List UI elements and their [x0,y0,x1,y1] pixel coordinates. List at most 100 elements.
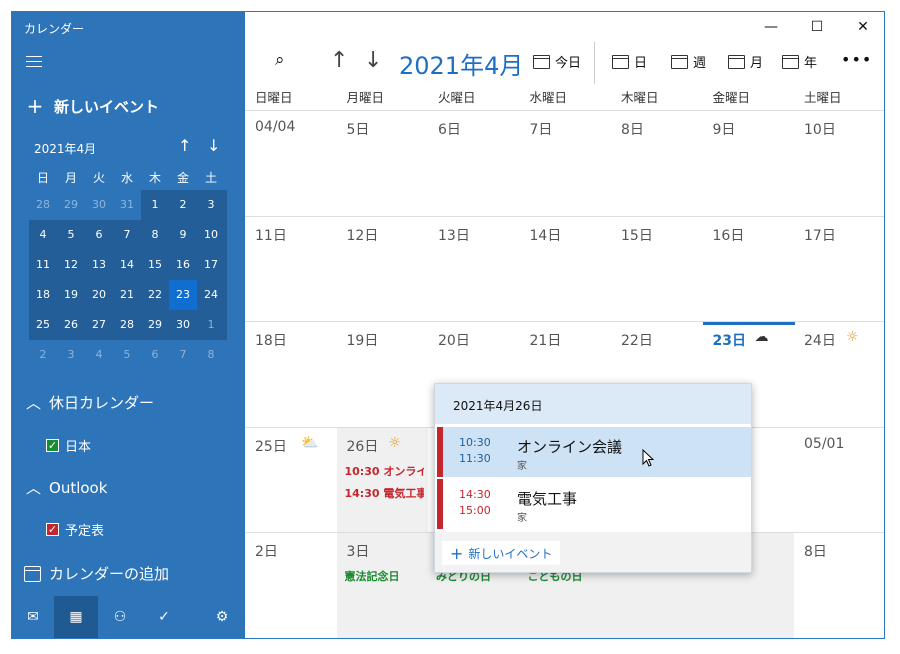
day-view-button[interactable]: 日 [612,52,647,71]
day-cell[interactable]: 9日 [702,110,794,216]
mini-next-month-icon[interactable]: ↓ [207,136,220,155]
mini-day[interactable]: 3 [197,190,225,220]
mini-day[interactable]: 13 [85,250,113,280]
mini-day[interactable]: 8 [197,340,225,370]
calendar-event[interactable]: 10:30 オンライン [345,463,425,479]
day-cell[interactable]: 15日 [611,215,703,322]
minimize-icon[interactable]: — [748,12,794,42]
day-cell[interactable]: 3日 [336,532,428,638]
mini-day[interactable]: 26 [57,310,85,340]
mini-day[interactable]: 20 [85,280,113,310]
mini-calendar-title[interactable]: 2021年4月 [34,140,96,157]
year-view-button[interactable]: 年 [782,52,817,71]
mini-day[interactable]: 1 [197,310,225,340]
day-cell[interactable]: 14日 [519,215,611,322]
day-cell[interactable]: 8日 [611,110,703,216]
mini-day[interactable]: 28 [113,310,141,340]
mini-day[interactable]: 4 [29,220,57,250]
mini-day[interactable]: 27 [85,310,113,340]
mini-day[interactable]: 8 [141,220,169,250]
mini-day[interactable]: 5 [113,340,141,370]
mini-day[interactable]: 12 [57,250,85,280]
mini-day[interactable]: 21 [113,280,141,310]
prev-month-icon[interactable]: ↑ [330,48,348,73]
mini-day[interactable]: 30 [85,190,113,220]
month-view-button[interactable]: 月 [728,52,763,71]
mini-day[interactable]: 17 [197,250,225,280]
mini-day[interactable]: 6 [85,220,113,250]
day-cell[interactable]: 12日 [336,215,428,322]
close-icon[interactable]: ✕ [840,12,884,42]
mini-day[interactable]: 7 [113,220,141,250]
calendar-item-japan[interactable]: ✓ 日本 [46,436,91,455]
mini-day[interactable]: 22 [141,280,169,310]
outlook-group[interactable]: ︿ Outlook [26,477,107,498]
checkbox-checked-icon[interactable]: ✓ [46,439,59,452]
mini-day[interactable]: 28 [29,190,57,220]
day-cell[interactable]: 24日 [794,321,884,427]
day-cell[interactable]: 26日 [336,426,428,533]
mini-day[interactable]: 6 [141,340,169,370]
mini-day[interactable]: 19 [57,280,85,310]
calendar-event[interactable]: 14:30 電気工事 [345,485,425,501]
mini-day[interactable]: 1 [141,190,169,220]
calendar-icon[interactable]: ▦ [54,596,98,638]
day-cell[interactable]: 16日 [702,215,794,322]
day-cell[interactable]: 7日 [519,110,611,216]
maximize-icon[interactable]: ☐ [794,12,840,42]
day-cell[interactable]: 10日 [794,110,884,216]
calendar-event[interactable]: 憲法記念日 [345,568,425,584]
mini-day[interactable]: 2 [29,340,57,370]
day-cell[interactable]: 25日 [245,426,337,533]
popup-new-event-button[interactable]: + 新しいイベント [442,541,561,565]
more-options-icon[interactable]: ••• [841,50,872,69]
mini-day[interactable]: 30 [169,310,197,340]
todo-icon[interactable]: ✓ [142,596,186,638]
holiday-calendar-group[interactable]: ︿ 休日カレンダー [26,392,154,413]
mini-day[interactable]: 2 [169,190,197,220]
day-cell[interactable]: 6日 [428,110,520,216]
hamburger-menu-icon[interactable] [26,56,42,68]
search-icon[interactable]: ⌕ [275,50,285,70]
mini-day[interactable]: 14 [113,250,141,280]
next-month-icon[interactable]: ↓ [364,48,382,73]
mini-day[interactable]: 25 [29,310,57,340]
day-cell[interactable]: 11日 [245,215,337,322]
mini-day[interactable]: 29 [141,310,169,340]
today-button[interactable]: 今日 [533,52,581,71]
day-cell[interactable]: 13日 [428,215,520,322]
mini-day[interactable]: 10 [197,220,225,250]
new-event-button[interactable]: + 新しいイベント [26,94,159,118]
people-icon[interactable]: ⚇ [98,596,142,638]
popup-event[interactable]: 14:30 15:00 電気工事 家 [437,479,751,529]
mini-day[interactable]: 18 [29,280,57,310]
day-cell[interactable]: 17日 [794,215,884,322]
day-cell[interactable]: 05/01 [794,426,884,533]
checkbox-checked-icon[interactable]: ✓ [46,523,59,536]
day-cell[interactable]: 8日 [794,532,884,638]
day-cell[interactable]: 2日 [245,532,337,638]
mail-icon[interactable]: ✉ [12,596,54,638]
settings-icon[interactable]: ⚙ [199,596,245,638]
week-view-button[interactable]: 週 [671,52,706,71]
mini-day[interactable]: 24 [197,280,225,310]
mini-day[interactable]: 5 [57,220,85,250]
mini-prev-month-icon[interactable]: ↑ [178,136,191,155]
mini-day[interactable]: 29 [57,190,85,220]
add-calendar-button[interactable]: カレンダーの追加 [24,563,169,584]
mini-day[interactable]: 31 [113,190,141,220]
month-title[interactable]: 2021年4月 [399,46,523,81]
day-cell[interactable]: 18日 [245,321,337,427]
mini-day[interactable]: 4 [85,340,113,370]
mini-day[interactable]: 16 [169,250,197,280]
calendar-item-schedule[interactable]: ✓ 予定表 [46,520,104,539]
mini-day[interactable]: 15 [141,250,169,280]
mini-day[interactable]: 9 [169,220,197,250]
mini-day[interactable]: 23 [169,280,197,310]
mini-day[interactable]: 7 [169,340,197,370]
day-cell[interactable]: 04/04 [245,110,337,216]
mini-day[interactable]: 3 [57,340,85,370]
day-cell[interactable]: 19日 [336,321,428,427]
mini-day[interactable]: 11 [29,250,57,280]
day-cell[interactable]: 5日 [336,110,428,216]
